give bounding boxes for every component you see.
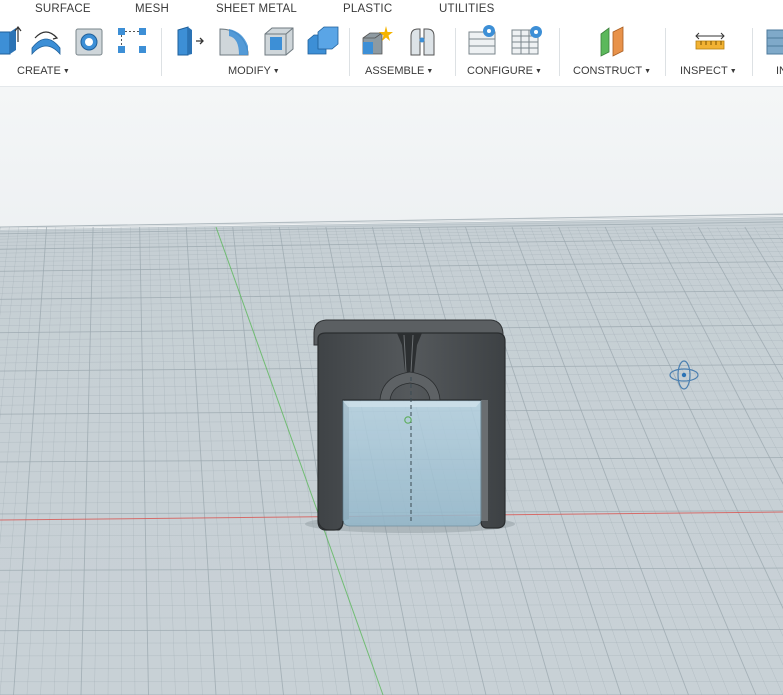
configure-table-icon[interactable] <box>466 24 500 58</box>
new-component-icon[interactable] <box>360 24 394 58</box>
offset-plane-icon[interactable] <box>595 24 629 58</box>
combine-icon[interactable] <box>306 24 340 58</box>
fillet-icon[interactable] <box>217 24 251 58</box>
construct-menu[interactable]: CONSTRUCT ▼ <box>573 65 651 77</box>
revolve-icon[interactable] <box>29 24 63 58</box>
tab-sheet-metal[interactable]: SHEET METAL <box>216 3 297 15</box>
toolbar-separator <box>349 28 350 76</box>
shell-icon[interactable] <box>262 24 296 58</box>
toolbar-separator <box>161 28 162 76</box>
inspect-menu[interactable]: INSPECT ▼ <box>680 65 737 77</box>
toolbar: SURFACE MESH SHEET METAL PLASTIC UTILITI… <box>0 0 783 87</box>
modify-menu[interactable]: MODIFY ▼ <box>228 65 280 77</box>
configure-rules-icon[interactable] <box>510 24 544 58</box>
tab-plastic[interactable]: PLASTIC <box>343 3 392 15</box>
assemble-menu[interactable]: ASSEMBLE ▼ <box>365 65 433 77</box>
toolbar-separator <box>455 28 456 76</box>
measure-icon[interactable] <box>693 24 727 58</box>
canvas-viewport[interactable] <box>0 87 783 695</box>
toolbar-separator <box>752 28 753 76</box>
joint-icon[interactable] <box>405 24 439 58</box>
press-pull-icon[interactable] <box>172 24 206 58</box>
model-body[interactable] <box>313 319 506 531</box>
sketch-pattern-icon[interactable] <box>115 24 149 58</box>
insert-icon[interactable] <box>765 24 783 58</box>
extrude-icon[interactable] <box>0 24 24 58</box>
viewport-scene[interactable] <box>0 87 783 695</box>
toolbar-separator <box>559 28 560 76</box>
tab-utilities[interactable]: UTILITIES <box>439 3 494 15</box>
create-menu[interactable]: CREATE ▼ <box>17 65 70 77</box>
configure-menu[interactable]: CONFIGURE ▼ <box>467 65 542 77</box>
tab-surface[interactable]: SURFACE <box>35 3 91 15</box>
tab-mesh[interactable]: MESH <box>135 3 169 15</box>
insert-menu[interactable]: IN <box>776 65 783 77</box>
toolbar-separator <box>665 28 666 76</box>
hole-icon[interactable] <box>73 24 107 58</box>
